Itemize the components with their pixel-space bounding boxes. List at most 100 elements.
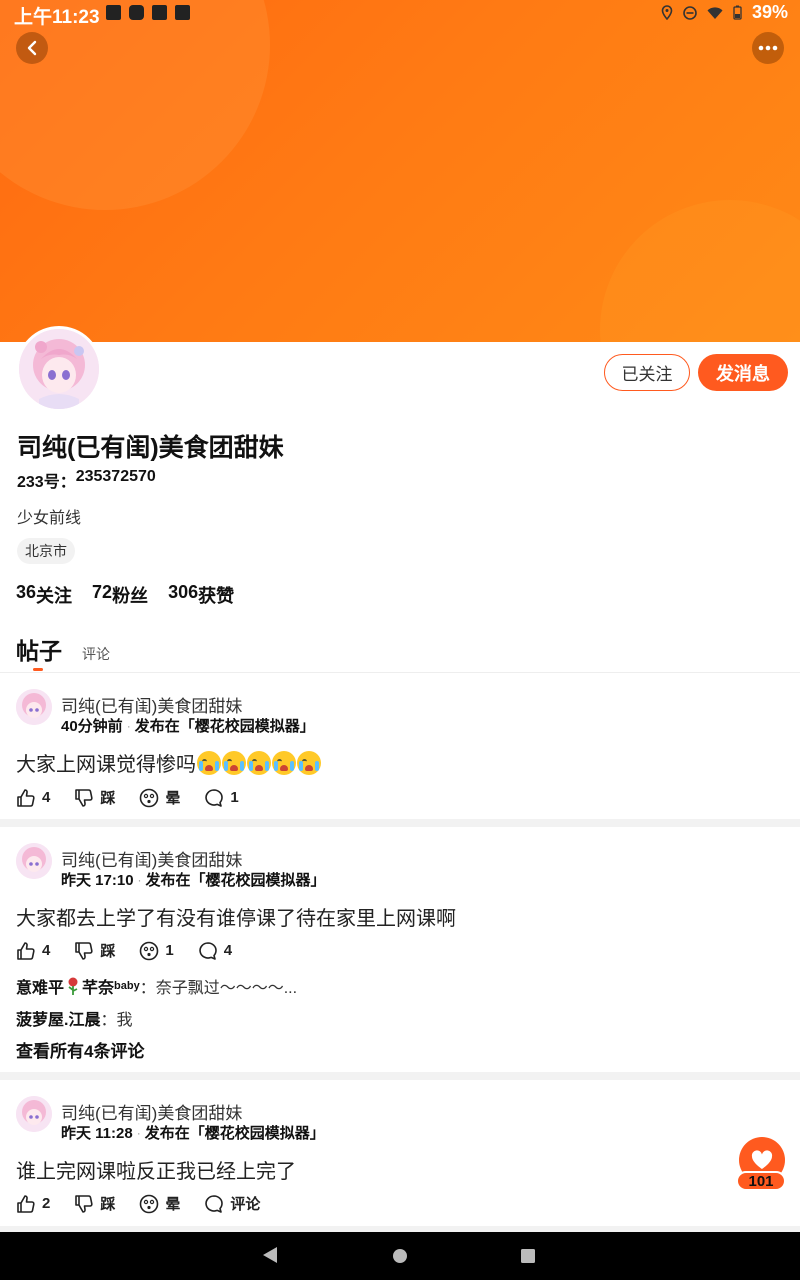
- comment-button[interactable]: 4: [198, 940, 232, 961]
- stat-fans[interactable]: 72 粉丝: [92, 582, 148, 608]
- comment-user[interactable]: 意难平: [16, 974, 64, 998]
- post-actions: 4 踩 1 4: [16, 940, 232, 961]
- floating-like-count: 101: [736, 1171, 786, 1191]
- anime-girl-avatar-icon: [19, 329, 99, 409]
- chevron-left-icon: [27, 40, 37, 56]
- dislike-button[interactable]: 踩: [74, 940, 115, 961]
- app-icon: [129, 5, 144, 20]
- crying-emoji-icon: [222, 750, 246, 775]
- status-right: 39%: [661, 2, 788, 23]
- image-icon: [106, 5, 121, 20]
- profile-avatar[interactable]: [16, 326, 102, 412]
- more-button[interactable]: [752, 32, 784, 64]
- comment-bubble-icon: [198, 941, 217, 960]
- back-button[interactable]: [16, 32, 48, 64]
- square-app-icon: [175, 5, 190, 20]
- profile-id: 233号： 235372570: [17, 468, 156, 492]
- battery-percent: 39%: [751, 2, 788, 22]
- thumbs-up-icon: [17, 788, 35, 807]
- view-all-comments-link[interactable]: 查看所有4条评论: [16, 1037, 144, 1062]
- like-button[interactable]: 4: [16, 787, 50, 808]
- nav-recents-icon[interactable]: [520, 1248, 536, 1264]
- post-card[interactable]: 司纯(已有闺)美食团甜妹 40分钟前 · 发布在「樱花校园模拟器」 大家上网课觉…: [0, 673, 800, 819]
- post-content[interactable]: 大家都去上学了有没有谁停课了待在家里上网课啊: [16, 902, 456, 931]
- profile-bio: 少女前线: [17, 510, 82, 527]
- post-meta: 昨天 11:28 · 发布在「樱花校园模拟器」: [61, 1122, 325, 1143]
- crying-emoji-icon: [297, 750, 321, 775]
- dizzy-face-icon: [140, 941, 159, 960]
- post-content[interactable]: 谁上完网课啦反正我已经上完了: [16, 1155, 296, 1184]
- comment-preview[interactable]: 菠萝屋.江晨 ：我: [16, 1006, 132, 1030]
- thumbs-up-icon: [17, 1194, 35, 1213]
- dizzy-button[interactable]: 晕: [139, 787, 180, 808]
- profile-banner: [0, 0, 800, 342]
- post-meta: 40分钟前 · 发布在「樱花校园模拟器」: [61, 715, 315, 736]
- comment-button[interactable]: 1: [204, 787, 239, 808]
- post-avatar[interactable]: [16, 689, 52, 725]
- crying-emoji-icon: [197, 750, 221, 775]
- profile-id-label: 233号：: [17, 474, 76, 491]
- comment-user[interactable]: 菠萝屋.江晨: [16, 1006, 100, 1030]
- tab-comments[interactable]: 评论: [82, 644, 110, 664]
- dizzy-face-icon: [140, 788, 159, 807]
- likes-label: 获赞: [198, 586, 235, 606]
- profile-stats: 36 关注 72 粉丝 306 获赞: [16, 582, 234, 608]
- post-avatar[interactable]: [16, 1096, 52, 1132]
- rose-icon: [68, 977, 78, 995]
- post-board[interactable]: 发布在「樱花校园模拟器」: [146, 869, 326, 890]
- wifi-icon: [707, 6, 723, 19]
- thumbs-down-icon: [75, 788, 93, 807]
- tab-posts[interactable]: 帖子: [16, 632, 62, 671]
- more-icon: [758, 45, 778, 51]
- send-message-button[interactable]: 发消息: [698, 354, 788, 391]
- location-icon: [661, 5, 673, 20]
- like-button[interactable]: 2: [16, 1193, 50, 1214]
- following-button[interactable]: 已关注: [604, 354, 690, 391]
- battery-icon: [733, 5, 742, 20]
- post-author[interactable]: 司纯(已有闺)美食团甜妹: [61, 1099, 242, 1124]
- location-tag: 北京市: [17, 538, 75, 564]
- thumbs-down-icon: [75, 1194, 93, 1213]
- post-time: 40分钟前: [61, 718, 123, 735]
- post-time: 昨天 17:10: [61, 872, 134, 889]
- comment-user-2[interactable]: 芊奈: [82, 974, 114, 998]
- dizzy-button[interactable]: 1: [139, 940, 174, 961]
- fans-count: 72: [92, 582, 113, 602]
- post-avatar[interactable]: [16, 843, 52, 879]
- notification-icons: [106, 5, 190, 20]
- dizzy-button[interactable]: 晕: [139, 1193, 180, 1214]
- comment-preview[interactable]: 意难平 芊奈 baby ：奈子飘过～～～～...: [16, 974, 297, 998]
- post-board[interactable]: 发布在「樱花校园模拟器」: [145, 1122, 325, 1143]
- status-bar: 上午11:23 39%: [0, 0, 800, 28]
- post-card[interactable]: 司纯(已有闺)美食团甜妹 昨天 17:10 · 发布在「樱花校园模拟器」 大家都…: [0, 827, 800, 1072]
- dislike-button[interactable]: 踩: [74, 1193, 115, 1214]
- anime-girl-avatar-icon: [16, 1096, 52, 1132]
- stat-following[interactable]: 36 关注: [16, 582, 72, 608]
- comment-button[interactable]: 评论: [204, 1193, 260, 1214]
- dislike-button[interactable]: 踩: [74, 787, 115, 808]
- post-card[interactable]: 司纯(已有闺)美食团甜妹 昨天 11:28 · 发布在「樱花校园模拟器」 谁上完…: [0, 1080, 800, 1226]
- crying-emoji-icon: [272, 750, 296, 775]
- fans-label: 粉丝: [112, 586, 149, 606]
- dnd-icon: [683, 5, 697, 20]
- likes-count: 306: [168, 582, 199, 602]
- post-time: 昨天 11:28: [61, 1125, 133, 1142]
- like-button[interactable]: 4: [16, 940, 50, 961]
- stat-likes[interactable]: 306 获赞: [168, 582, 234, 608]
- anime-girl-avatar-icon: [16, 843, 52, 879]
- heart-icon: [751, 1150, 773, 1169]
- nav-home-icon[interactable]: [392, 1248, 408, 1264]
- comment-text: ：奈子飘过～～～～...: [139, 980, 298, 997]
- post-board[interactable]: 发布在「樱花校园模拟器」: [135, 715, 315, 736]
- post-separator: [0, 1072, 800, 1080]
- post-actions: 4 踩 晕 1: [16, 787, 239, 808]
- following-label: 关注: [36, 586, 73, 606]
- post-meta: 昨天 17:10 · 发布在「樱花校园模拟器」: [61, 869, 326, 890]
- post-author[interactable]: 司纯(已有闺)美食团甜妹: [61, 846, 242, 871]
- profile-name: 司纯(已有闺)美食团甜妹: [17, 434, 284, 462]
- post-author[interactable]: 司纯(已有闺)美食团甜妹: [61, 692, 242, 717]
- thumbs-up-icon: [17, 941, 35, 960]
- nav-back-icon[interactable]: [262, 1246, 278, 1264]
- post-content[interactable]: 大家上网课觉得惨吗: [16, 748, 321, 777]
- system-nav-bar: [0, 1232, 800, 1280]
